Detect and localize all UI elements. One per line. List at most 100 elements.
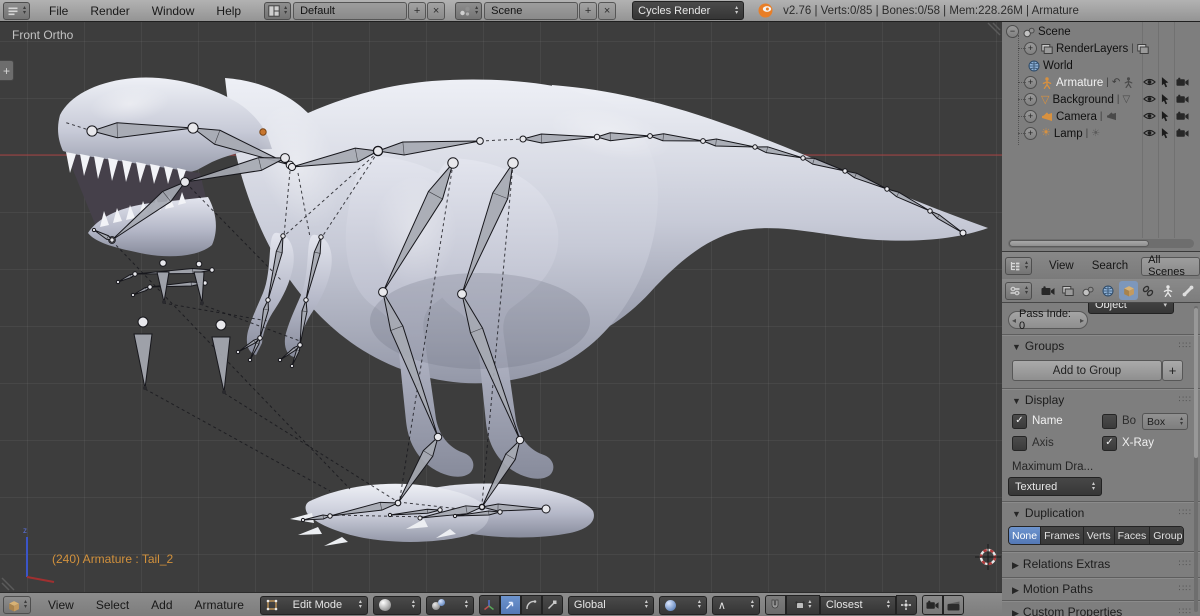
tab-bone[interactable] <box>1179 281 1198 300</box>
display-mode-dropdown[interactable]: All Scenes <box>1141 257 1200 276</box>
render-toggle-camera-icon[interactable] <box>1176 77 1189 87</box>
snap-element-dropdown[interactable]: ▴▾ <box>786 595 820 615</box>
select-toggle-cursor-icon[interactable] <box>1161 128 1170 139</box>
menu-file[interactable]: File <box>38 4 79 18</box>
outliner-item-scene[interactable]: − Scene <box>1002 23 1200 40</box>
tab-constraints[interactable] <box>1139 281 1158 300</box>
select-toggle-cursor-icon[interactable] <box>1161 77 1170 88</box>
editor-type-selector-info[interactable]: ▴▾ <box>3 2 30 20</box>
menu-view[interactable]: View <box>37 598 85 612</box>
screen-layout-selector[interactable]: ▴▾ <box>264 2 291 20</box>
proportional-edit-dropdown[interactable]: ▴▾ <box>659 596 707 615</box>
tab-object-data[interactable] <box>1159 281 1178 300</box>
hide-toggle-eye-icon[interactable] <box>1143 128 1156 138</box>
new-group-plus-button[interactable]: + <box>1162 360 1183 381</box>
outliner-item-renderlayers[interactable]: + RenderLayers | <box>1002 40 1200 57</box>
slider-right-arrow-icon[interactable]: ▸ <box>1077 316 1087 325</box>
rotate-manipulator-button[interactable] <box>521 595 542 615</box>
transform-orientation-dropdown[interactable]: Global ▴▾ <box>568 596 654 615</box>
slider-left-arrow-icon[interactable]: ◂ <box>1009 316 1019 325</box>
translate-manipulator-button[interactable] <box>500 595 521 615</box>
render-toggle-camera-icon[interactable] <box>1176 111 1189 121</box>
panel-header-custom-properties[interactable]: ▶Custom Properties <box>1012 605 1122 616</box>
tab-render[interactable] <box>1039 281 1058 300</box>
menu-help[interactable]: Help <box>205 4 252 18</box>
viewport-shading-dropdown[interactable]: ▴▾ <box>373 596 421 615</box>
panel-drag-handle[interactable]: ∷∷ <box>1179 583 1192 594</box>
scene-delete-button[interactable]: × <box>598 2 616 20</box>
cursor-3d[interactable] <box>975 544 1001 570</box>
mode-dropdown[interactable]: Edit Mode ▴▾ <box>260 596 368 615</box>
falloff-dropdown[interactable]: ∧ ▴▾ <box>712 596 760 615</box>
layout-add-button[interactable]: + <box>408 2 426 20</box>
menu-render[interactable]: Render <box>79 4 140 18</box>
panel-drag-handle[interactable]: ∷∷ <box>1179 558 1192 569</box>
checkbox-axis[interactable] <box>1012 436 1027 451</box>
panel-header-display[interactable]: ▼Display <box>1012 393 1064 407</box>
context-dropdown[interactable]: Object▾ <box>1088 302 1174 314</box>
dup-option-verts[interactable]: Verts <box>1084 527 1115 544</box>
corner-resize-handle[interactable] <box>2 578 14 590</box>
outliner-item-background[interactable]: + ▽ Background | ▽ <box>1002 91 1200 108</box>
opengl-render-anim-button[interactable] <box>943 595 964 615</box>
corner-resize-handle[interactable] <box>988 23 1000 35</box>
pivot-point-dropdown[interactable]: ▴▾ <box>426 596 474 615</box>
hide-toggle-eye-icon[interactable] <box>1143 77 1156 87</box>
menu-view[interactable]: View <box>1040 260 1083 272</box>
panel-drag-handle[interactable]: ∷∷ <box>1179 507 1192 518</box>
tab-render-layers[interactable] <box>1059 281 1078 300</box>
dup-option-group[interactable]: Group <box>1150 527 1184 544</box>
scene-add-button[interactable]: + <box>579 2 597 20</box>
outliner-horizontal-scrollbar[interactable] <box>1008 239 1194 248</box>
panel-header-motion-paths[interactable]: ▶Motion Paths <box>1012 582 1093 596</box>
layout-delete-button[interactable]: × <box>427 2 445 20</box>
render-toggle-camera-icon[interactable] <box>1176 94 1189 104</box>
panel-header-duplication[interactable]: ▼Duplication <box>1012 506 1084 520</box>
outliner-item-world[interactable]: World <box>1002 57 1200 74</box>
menu-select[interactable]: Select <box>85 598 140 612</box>
opengl-render-image-button[interactable] <box>922 595 943 615</box>
menu-window[interactable]: Window <box>141 4 206 18</box>
outliner-item-armature[interactable]: + Armature | ↶ <box>1002 74 1200 91</box>
editor-type-selector-outliner[interactable]: ▴▾ <box>1005 257 1032 275</box>
menu-armature[interactable]: Armature <box>184 598 255 612</box>
outliner-editor[interactable]: − Scene + RenderLayers | World + Armatur… <box>1002 21 1200 251</box>
tab-scene[interactable] <box>1079 281 1098 300</box>
dup-option-none[interactable]: None <box>1009 527 1041 544</box>
properties-scrollbar[interactable] <box>1194 306 1198 612</box>
hide-toggle-eye-icon[interactable] <box>1143 111 1156 121</box>
panel-drag-handle[interactable]: ∷∷ <box>1179 606 1192 616</box>
select-toggle-cursor-icon[interactable] <box>1161 111 1170 122</box>
scene-selector[interactable]: ▴▾ <box>455 2 482 20</box>
panel-header-groups[interactable]: ▼Groups <box>1012 339 1064 353</box>
menu-search[interactable]: Search <box>1083 260 1137 272</box>
outliner-item-camera[interactable]: + Camera | <box>1002 108 1200 125</box>
dup-option-frames[interactable]: Frames <box>1041 527 1084 544</box>
panel-drag-handle[interactable]: ∷∷ <box>1179 340 1192 351</box>
render-engine-dropdown[interactable]: Cycles Render▴▾ <box>632 1 744 20</box>
tab-world[interactable] <box>1099 281 1118 300</box>
scale-manipulator-button[interactable] <box>542 595 563 615</box>
collapse-icon[interactable]: − <box>1006 25 1019 38</box>
pass-index-slider[interactable]: ◂ Pass Inde: 0 ▸ <box>1008 311 1088 329</box>
scene-name-field[interactable]: Scene <box>484 2 578 20</box>
render-toggle-camera-icon[interactable] <box>1176 128 1189 138</box>
checkbox-name[interactable]: ✓ <box>1012 414 1027 429</box>
properties-editor[interactable]: Object▾ ◂ Pass Inde: 0 ▸ ▼Groups ∷∷ Add … <box>1002 302 1200 616</box>
snap-toggle-button[interactable] <box>765 595 786 615</box>
editor-type-selector-3dview[interactable]: ▴▾ <box>3 596 31 614</box>
snap-peel-button[interactable] <box>896 595 917 615</box>
panel-header-relations-extras[interactable]: ▶Relations Extras <box>1012 557 1110 571</box>
menu-add[interactable]: Add <box>140 598 183 612</box>
editor-type-selector-properties[interactable]: ▴▾ <box>1005 282 1032 300</box>
manipulator-axes-button[interactable] <box>479 595 500 615</box>
bounds-type-dropdown[interactable]: Box▴▾ <box>1142 413 1188 430</box>
toolshelf-expand-button[interactable]: + <box>0 60 14 81</box>
panel-drag-handle[interactable]: ∷∷ <box>1179 394 1192 405</box>
dup-option-faces[interactable]: Faces <box>1115 527 1151 544</box>
tab-object[interactable] <box>1119 281 1138 300</box>
viewport-3d[interactable]: z Front Ortho (240) Armature : Tail_2 + <box>0 21 1002 592</box>
select-toggle-cursor-icon[interactable] <box>1161 94 1170 105</box>
checkbox-bounds[interactable] <box>1102 414 1117 429</box>
outliner-item-lamp[interactable]: + ☀ Lamp | ☀ <box>1002 125 1200 142</box>
